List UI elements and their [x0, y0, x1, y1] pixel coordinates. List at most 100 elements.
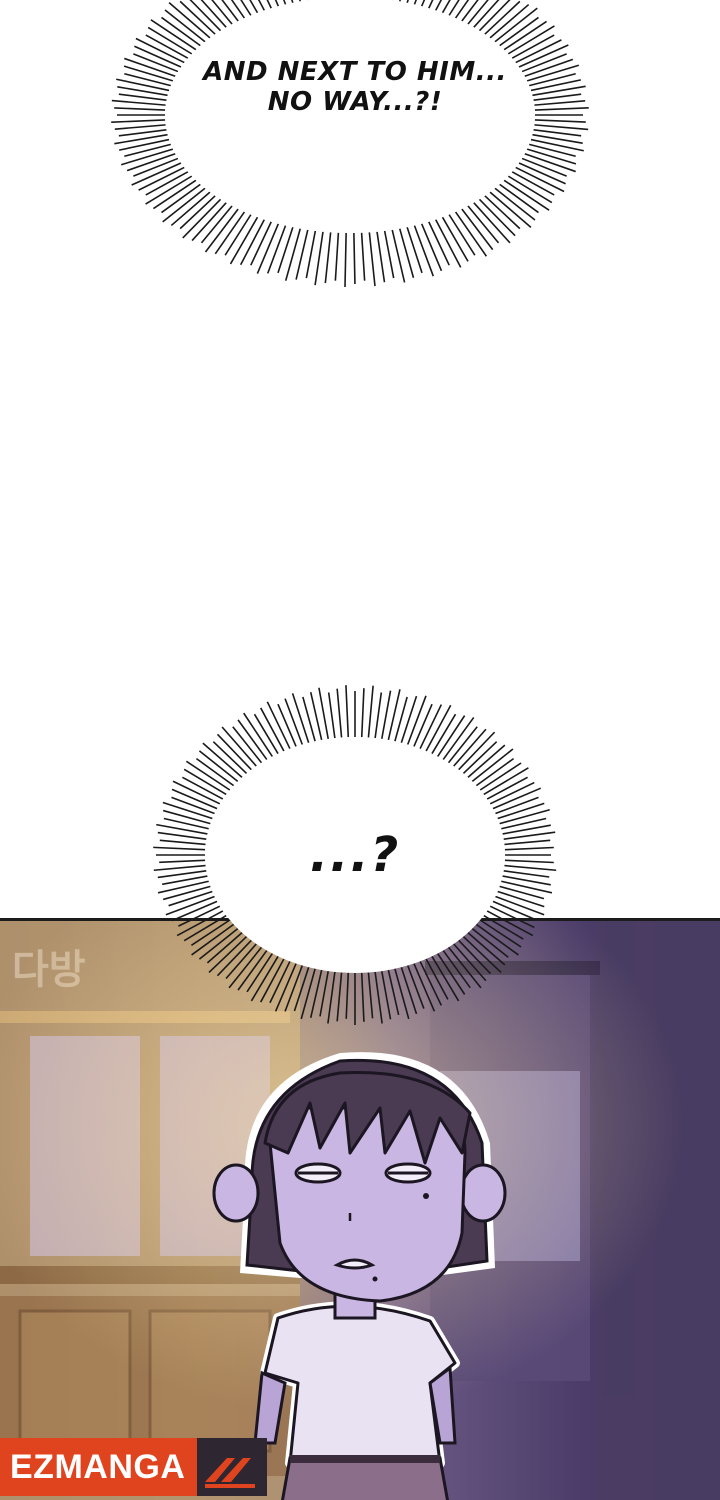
burst-line: [398, 0, 401, 2]
burst-line: [532, 133, 583, 144]
burst-line: [189, 0, 222, 32]
burst-line: [441, 216, 469, 262]
burst-line: [495, 895, 545, 916]
burst-line: [374, 692, 383, 739]
burst-line: [534, 119, 586, 123]
burst-line: [198, 750, 239, 783]
burst-line: [533, 128, 582, 137]
burst-line: [431, 713, 457, 755]
burst-line: [492, 900, 536, 921]
burst-line: [120, 148, 174, 166]
burst-line: [257, 0, 265, 11]
burst-line: [131, 162, 182, 186]
burst-line: [168, 2, 211, 39]
burst-line: [309, 692, 323, 741]
burst-line: [157, 870, 207, 879]
burst-line: [195, 757, 235, 787]
burst-line: [117, 86, 168, 97]
burst-line: [507, 175, 553, 204]
burst-line: [518, 162, 566, 185]
burst-line: [479, 762, 522, 791]
burst-line: [172, 780, 221, 805]
burst-line: [334, 232, 340, 281]
burst-line: [283, 0, 287, 5]
watermark-logo-icon: [197, 1438, 268, 1496]
burst-line: [406, 0, 409, 4]
burst-line: [179, 0, 216, 35]
watermark: EZMANGA: [0, 1438, 272, 1496]
burst-line: [183, 768, 227, 796]
burst-line: [486, 776, 528, 800]
burst-line: [521, 53, 567, 73]
bubble-top-line2: NO WAY...?!: [267, 86, 443, 117]
burst-line: [157, 831, 207, 840]
burst-line: [461, 0, 479, 22]
burst-line: [156, 823, 208, 835]
burst-line: [478, 198, 516, 237]
panel-illustration: 다방: [0, 921, 720, 1500]
burst-line: [511, 171, 555, 196]
burst-line: [299, 0, 302, 2]
burst-line: [171, 788, 218, 810]
watermark-label: EZMANGA: [0, 1438, 198, 1496]
burst-line: [135, 37, 185, 64]
burst-line: [118, 128, 167, 137]
burst-line: [473, 0, 500, 28]
burst-line: [182, 776, 224, 800]
burst-line: [240, 0, 252, 16]
burst-line: [138, 166, 185, 191]
burst-line: [530, 79, 582, 92]
burst-line: [318, 687, 330, 740]
burst-line: [492, 787, 542, 810]
burst-line: [526, 148, 577, 165]
burst-line: [162, 875, 208, 886]
burst-line: [413, 703, 433, 747]
burst-line: [387, 689, 401, 741]
burst-line: [353, 232, 356, 284]
burst-line: [499, 183, 539, 214]
burst-line: [118, 138, 170, 151]
burst-line: [126, 153, 176, 172]
burst-line: [448, 0, 460, 16]
burst-line: [114, 107, 166, 111]
burst-line: [162, 801, 213, 820]
burst-line: [327, 692, 336, 739]
burst-line: [295, 229, 309, 280]
burst-line: [478, 0, 511, 32]
burst-line: [502, 875, 551, 886]
burst-line: [534, 100, 586, 106]
burst-line: [494, 187, 536, 221]
burst-line: [224, 214, 252, 256]
burst-line: [533, 93, 582, 102]
burst-line: [503, 870, 550, 878]
burst-line: [305, 230, 317, 279]
burst-line: [111, 99, 166, 106]
burst-line: [420, 0, 426, 7]
burst-line: [499, 885, 545, 900]
burst-line: [436, 715, 466, 757]
burst-line: [502, 824, 551, 835]
burst-line: [419, 704, 443, 750]
burst-line: [232, 726, 263, 764]
burst-line: [266, 701, 291, 750]
burst-line: [277, 226, 294, 274]
burst-line: [484, 195, 521, 230]
burst-line: [360, 232, 366, 281]
burst-line: [515, 39, 562, 64]
burst-line: [211, 0, 233, 25]
burst-line: [152, 179, 197, 210]
burst-line: [162, 187, 206, 223]
bubble-bottom-text: ...?: [309, 827, 401, 883]
burst-line: [413, 0, 417, 5]
burst-line: [501, 817, 547, 830]
burst-line: [147, 26, 193, 55]
burst-line: [291, 693, 310, 744]
burst-line: [383, 230, 395, 279]
burst-line: [344, 232, 347, 287]
burst-line: [406, 695, 427, 745]
burst-line: [291, 0, 294, 4]
burst-line: [182, 198, 222, 239]
burst-line: [458, 731, 496, 771]
burst-line: [504, 859, 554, 864]
burst-line: [345, 685, 350, 738]
